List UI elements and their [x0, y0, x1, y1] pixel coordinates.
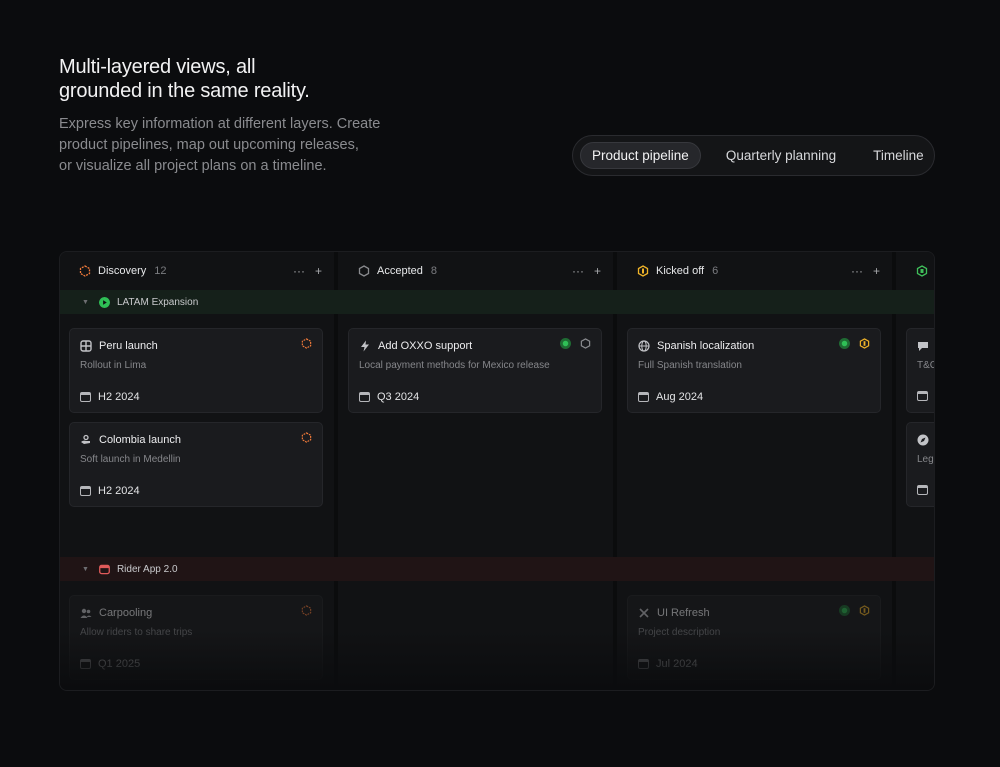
more-icon[interactable]: ···: [293, 264, 305, 278]
card-legal-partial[interactable]: Lega: [906, 422, 934, 507]
card-description: Local payment methods for Mexico release: [359, 360, 550, 371]
column-title: Accepted: [377, 265, 423, 277]
status-accepted-icon[interactable]: [580, 338, 591, 349]
column-count: 8: [430, 265, 437, 277]
card-ui-refresh[interactable]: UI Refresh Project description Jul 2024: [627, 595, 881, 680]
column-header-accepted: Accepted 8 ··· +: [358, 252, 601, 290]
status-discovery-icon[interactable]: [301, 605, 312, 616]
card-description: T&C: [917, 360, 935, 371]
column-title: Discovery: [98, 265, 147, 277]
calendar-icon: [638, 392, 649, 402]
card-tc-partial[interactable]: T&C: [906, 328, 935, 413]
card-description: Lega: [917, 454, 934, 465]
calendar-icon: [80, 392, 91, 402]
grid-icon: [80, 339, 92, 352]
column-accepted: [338, 252, 613, 690]
add-icon[interactable]: +: [873, 264, 880, 278]
card-date: Q3 2024: [377, 391, 420, 403]
view-option-timeline[interactable]: Timeline: [862, 142, 935, 169]
chevron-down-icon[interactable]: ▼: [82, 566, 89, 573]
calendar-icon: [80, 486, 91, 496]
column-title: Kicked off: [656, 265, 705, 277]
add-icon[interactable]: +: [594, 264, 601, 278]
hero-body: Express key information at different lay…: [59, 116, 381, 174]
column-header-kicked-off: Kicked off 6 ··· +: [637, 252, 880, 290]
card-title: Spanish localization: [657, 339, 755, 352]
card-add-oxxo-support[interactable]: Add OXXO support Local payment methods f…: [348, 328, 602, 413]
group-label: LATAM Expansion: [116, 296, 199, 308]
calendar-icon: [917, 485, 928, 495]
card-title: Colombia launch: [99, 433, 181, 446]
card-title: Carpooling: [99, 606, 153, 619]
add-icon[interactable]: +: [315, 264, 322, 278]
view-option-quarterly-planning[interactable]: Quarterly planning: [715, 142, 847, 169]
card-description: Soft launch in Medellin: [80, 454, 181, 465]
play-circle-icon: [98, 296, 110, 308]
hexagon-half-icon: [637, 265, 649, 277]
calendar-icon: [80, 659, 91, 669]
group-row-rider-app[interactable]: ▼ Rider App 2.0: [60, 557, 934, 581]
project-latam-icon: [839, 338, 850, 349]
column-header-completed: [916, 252, 934, 290]
card-description: Rollout in Lima: [80, 360, 147, 371]
card-date: Q1 2025: [98, 658, 141, 670]
chat-icon: [918, 341, 928, 351]
calendar-icon: [638, 659, 649, 669]
window-icon: [99, 564, 110, 574]
card-spanish-localization[interactable]: Spanish localization Full Spanish transl…: [627, 328, 881, 413]
hand-icon: [81, 434, 90, 444]
card-peru-launch[interactable]: Peru launch Rollout in Lima H2 2024: [69, 328, 323, 413]
compass-icon: [917, 434, 929, 445]
card-description: Project description: [638, 627, 721, 638]
column-count: 12: [154, 265, 167, 277]
card-date: Jul 2024: [656, 658, 698, 670]
kanban-board: Discovery 12 ··· + Accepted 8 ··· + Kick…: [59, 251, 935, 691]
status-kicked-off-icon[interactable]: [859, 605, 870, 616]
group-row-latam-expansion[interactable]: ▼ LATAM Expansion: [60, 290, 934, 314]
hero-title: Multi-layered views, all grounded in the…: [59, 56, 310, 102]
hexagon-outline-icon: [358, 265, 370, 277]
card-date: Aug 2024: [656, 391, 704, 403]
chevron-down-icon[interactable]: ▼: [82, 299, 89, 306]
more-icon[interactable]: ···: [851, 264, 863, 278]
card-title: Peru launch: [99, 339, 158, 352]
status-discovery-icon[interactable]: [301, 338, 312, 349]
view-option-product-pipeline[interactable]: Product pipeline: [580, 142, 701, 169]
more-icon[interactable]: ···: [572, 264, 584, 278]
status-kicked-off-icon[interactable]: [859, 338, 870, 349]
card-title: UI Refresh: [657, 606, 710, 619]
column-count: 6: [712, 265, 719, 277]
users-icon: [80, 608, 92, 618]
card-colombia-launch[interactable]: Colombia launch Soft launch in Medellin …: [69, 422, 323, 507]
status-discovery-icon[interactable]: [301, 432, 312, 443]
project-latam-icon: [839, 605, 850, 616]
view-switcher: Product pipeline Quarterly planning Time…: [572, 135, 935, 176]
card-carpooling[interactable]: Carpooling Allow riders to share trips Q…: [69, 595, 323, 680]
card-date: H2 2024: [98, 391, 140, 403]
hexagon-dashed-icon: [79, 265, 91, 277]
tools-icon: [639, 607, 649, 618]
calendar-icon: [359, 392, 370, 402]
card-description: Full Spanish translation: [638, 360, 742, 371]
card-description: Allow riders to share trips: [80, 627, 193, 638]
project-latam-icon: [560, 338, 571, 349]
calendar-icon: [917, 391, 928, 401]
globe-icon: [638, 339, 650, 352]
bolt-icon: [361, 340, 369, 351]
column-header-discovery: Discovery 12 ··· +: [79, 252, 322, 290]
hexagon-filled-icon: [916, 265, 928, 277]
card-date: H2 2024: [98, 485, 140, 497]
card-title: Add OXXO support: [378, 339, 473, 352]
hero: Multi-layered views, all grounded in the…: [59, 55, 459, 177]
group-label: Rider App 2.0: [116, 563, 178, 575]
